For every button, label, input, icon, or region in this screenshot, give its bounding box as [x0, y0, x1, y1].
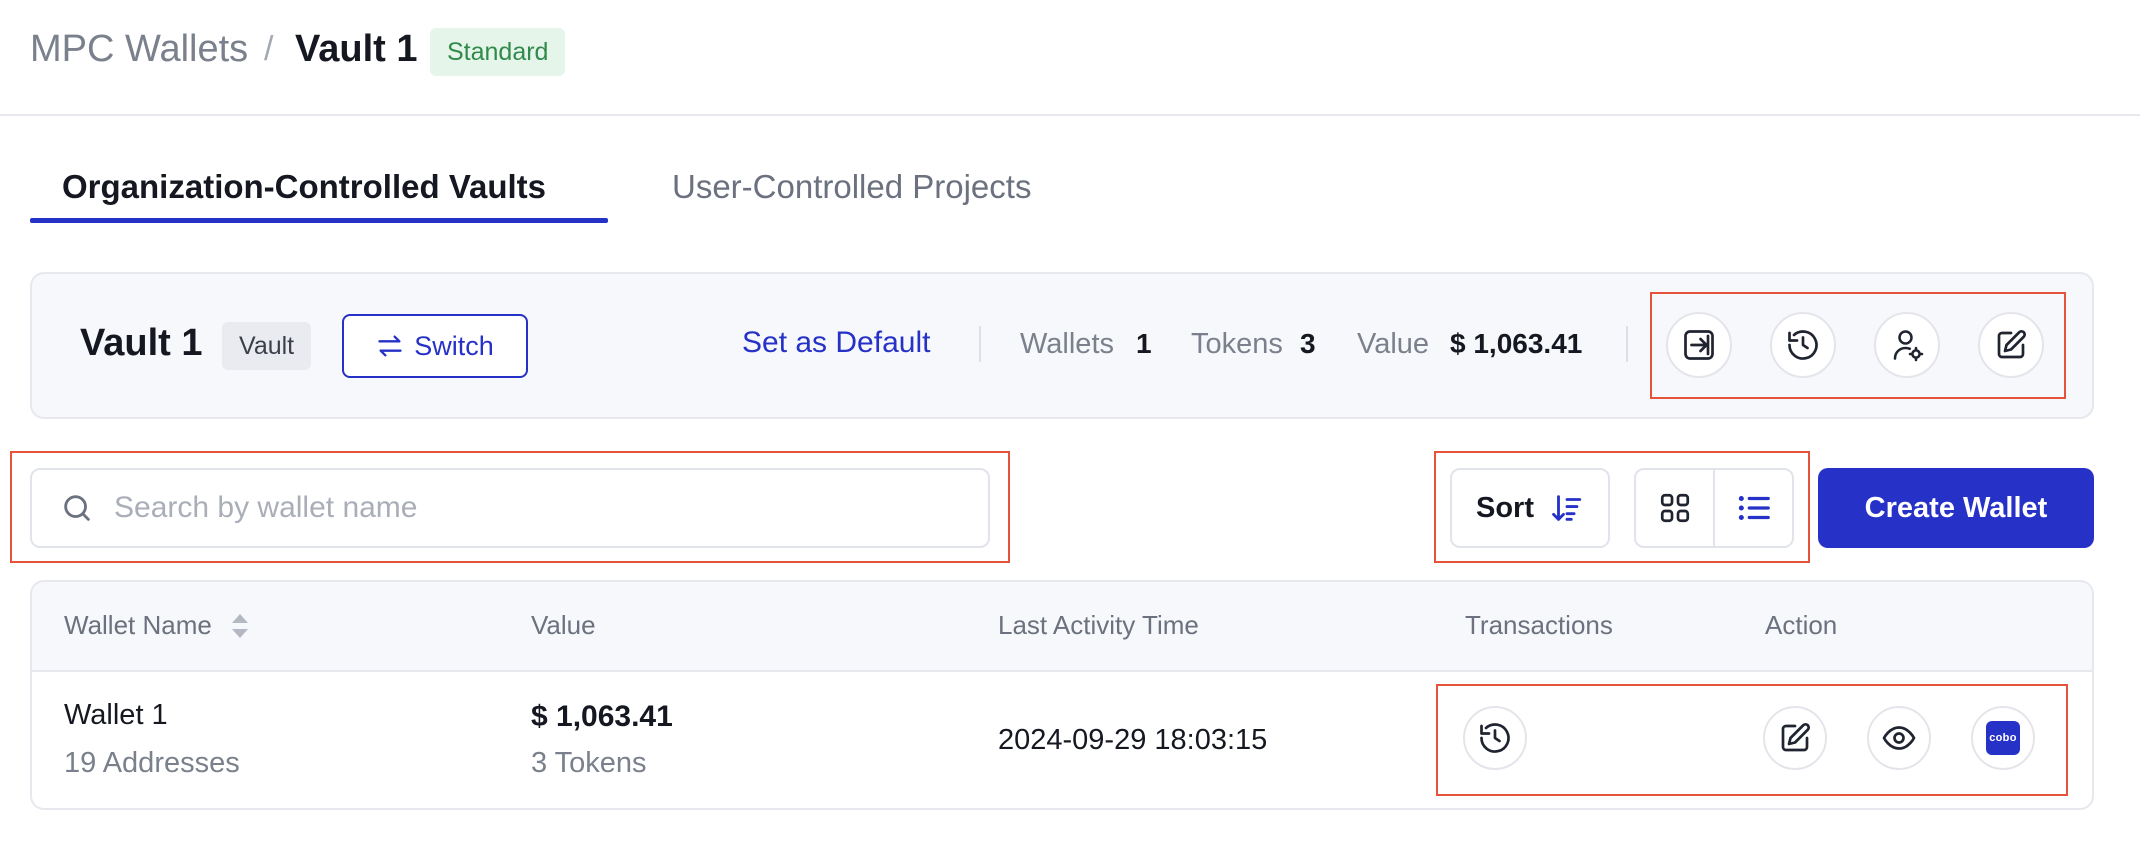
list-view-button[interactable] [1713, 470, 1792, 546]
list-icon [1738, 495, 1770, 521]
value-stat-value: $ 1,063.41 [1450, 328, 1583, 359]
create-wallet-button[interactable]: Create Wallet [1818, 468, 2094, 548]
divider [1626, 326, 1628, 362]
tokens-stat-label: Tokens [1191, 328, 1283, 360]
edit-icon [1781, 722, 1811, 752]
import-button[interactable] [1666, 312, 1732, 378]
breadcrumb-root[interactable]: MPC Wallets [30, 28, 248, 71]
column-header-transactions: Transactions [1465, 610, 1613, 640]
switch-vault-button[interactable]: Switch [342, 314, 528, 378]
cobo-logo-icon: cobo [1986, 721, 2020, 755]
tab-user-controlled-projects[interactable]: User-Controlled Projects [672, 168, 1031, 206]
column-header-last-activity: Last Activity Time [998, 610, 1199, 640]
edit-vault-button[interactable] [1978, 312, 2044, 378]
breadcrumb-current: Vault 1 [295, 28, 418, 70]
import-icon [1684, 330, 1714, 360]
swap-arrows-icon [378, 335, 402, 357]
history-icon [1480, 723, 1510, 753]
user-settings-icon [1893, 330, 1924, 362]
column-header-wallet-name[interactable]: Wallet Name [64, 610, 212, 641]
history-button[interactable] [1770, 312, 1836, 378]
wallet-tokens: 3 Tokens [531, 747, 647, 779]
set-as-default-link[interactable]: Set as Default [742, 326, 930, 360]
wallet-value: $ 1,063.41 [531, 700, 673, 733]
search-box [30, 468, 990, 548]
vault-title: Vault 1 [80, 322, 203, 364]
edit-wallet-button[interactable] [1763, 706, 1827, 770]
edit-icon [1997, 329, 2027, 359]
view-wallet-button[interactable] [1867, 706, 1931, 770]
wallets-stat-value: 1 [1136, 328, 1152, 359]
column-header-action: Action [1765, 610, 1838, 640]
tokens-stat-value: 3 [1300, 328, 1316, 359]
divider [979, 326, 981, 362]
switch-label: Switch [414, 330, 494, 361]
history-icon [1788, 330, 1818, 360]
column-header-value: Value [531, 610, 596, 640]
grid-view-button[interactable] [1636, 470, 1713, 546]
user-settings-button[interactable] [1874, 312, 1940, 378]
eye-icon [1882, 726, 1916, 750]
last-activity-time: 2024-09-29 18:03:15 [998, 724, 1268, 756]
tab-organization-controlled-vaults[interactable]: Organization-Controlled Vaults [62, 168, 546, 206]
search-input[interactable] [114, 491, 974, 525]
wallet-addresses: 19 Addresses [64, 747, 240, 779]
value-stat-label: Value [1357, 328, 1430, 360]
grid-icon [1660, 493, 1689, 523]
status-badge: Standard [430, 28, 566, 76]
sort-descending-icon [1552, 495, 1582, 521]
sort-button[interactable]: Sort [1450, 468, 1610, 548]
breadcrumb-separator: / [264, 30, 274, 68]
wallet-name[interactable]: Wallet 1 [64, 699, 168, 732]
active-tab-indicator [30, 218, 608, 223]
cobo-wallet-button[interactable]: cobo [1971, 706, 2035, 770]
wallets-stat-label: Wallets [1020, 328, 1114, 360]
search-icon [64, 495, 90, 521]
transactions-history-button[interactable] [1463, 706, 1527, 770]
view-toggle-group [1634, 468, 1794, 548]
sort-label: Sort [1476, 491, 1534, 524]
sort-toggle-icon[interactable] [230, 612, 250, 640]
vault-tag: Vault [222, 322, 312, 370]
